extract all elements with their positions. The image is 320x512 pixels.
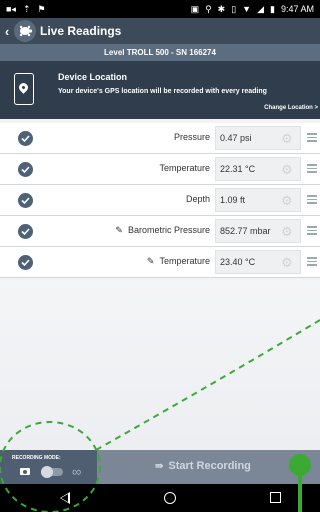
record-tag-icon: ⇛ xyxy=(155,460,164,472)
vibrate-icon: ▯ xyxy=(231,3,237,14)
nav-recents-icon[interactable] xyxy=(270,492,281,503)
parameter-value-box: 23.40 °C ⚙ xyxy=(215,250,301,274)
gear-icon[interactable]: ⚙ xyxy=(281,224,293,240)
recording-mode-panel: RECORDING MODE: ∞ xyxy=(0,450,97,484)
drag-handle-icon[interactable] xyxy=(307,164,317,175)
parameter-name-text: Temperature xyxy=(159,256,210,266)
parameter-value-box: 852.77 mbar ⚙ xyxy=(215,219,301,243)
check-icon[interactable] xyxy=(18,131,33,146)
drag-handle-icon[interactable] xyxy=(307,195,317,206)
recording-mode-toggle[interactable] xyxy=(41,466,63,478)
check-icon[interactable] xyxy=(18,224,33,239)
change-location-link[interactable]: Change Location > xyxy=(264,105,318,111)
parameter-name-text: Pressure xyxy=(173,132,210,142)
turtle-logo-icon xyxy=(19,25,33,37)
phone-location-icon xyxy=(14,73,34,105)
location-title: Device Location xyxy=(58,72,128,82)
no-signal-icon: ◢ xyxy=(257,3,265,14)
back-chevron-icon[interactable]: ‹ xyxy=(2,24,12,39)
upload-icon: ⇡ xyxy=(22,3,31,14)
status-bar: ■◂ ⇡ ⚑ ▣ ⚲ ✱ ▯ ▼ ◢ ▮ 9:47 AM xyxy=(0,0,320,18)
nav-home-icon[interactable] xyxy=(164,492,176,504)
check-icon[interactable] xyxy=(18,255,33,270)
device-location-card: Device Location Your device's GPS locati… xyxy=(0,61,320,119)
drag-handle-icon[interactable] xyxy=(307,226,317,237)
parameter-name-text: Temperature xyxy=(159,163,210,173)
parameter-name-text: Depth xyxy=(185,194,210,204)
parameter-value: 23.40 °C xyxy=(220,257,256,267)
pencil-icon[interactable]: ✎ xyxy=(115,225,123,236)
recording-bar: RECORDING MODE: ∞ ⇛ Start Recording xyxy=(0,450,320,484)
parameter-row: ✎ Temperature 23.40 °C ⚙ xyxy=(0,247,320,278)
wifi-icon: ▼ xyxy=(242,3,252,14)
start-recording-button[interactable]: ⇛ Start Recording xyxy=(155,460,251,472)
parameter-value: 852.77 mbar xyxy=(220,226,271,236)
check-icon[interactable] xyxy=(18,162,33,177)
parameter-value: 0.47 psi xyxy=(220,133,252,143)
parameter-row: Depth 1.09 ft ⚙ xyxy=(0,185,320,216)
location-description: Your device's GPS location will be recor… xyxy=(58,88,267,95)
parameter-row: Temperature 22.31 °C ⚙ xyxy=(0,154,320,185)
signal-flag-icon: ⚑ xyxy=(37,3,46,14)
start-recording-label: Start Recording xyxy=(168,460,251,472)
parameter-list: Pressure 0.47 psi ⚙ Temperature 22.31 °C ⚙ Dep… xyxy=(0,123,320,278)
parameter-name-text: Barometric Pressure xyxy=(127,225,210,235)
app-bar: ‹ Live Readings xyxy=(0,18,320,44)
bluetooth-icon: ✱ xyxy=(217,3,226,14)
app-logo[interactable] xyxy=(14,20,36,42)
parameter-name: ✎ Temperature xyxy=(147,256,210,267)
blurred-content xyxy=(0,280,320,450)
status-time: 9:47 AM xyxy=(280,4,314,14)
recording-mode-label: RECORDING MODE: xyxy=(12,455,61,461)
parameter-row: Pressure 0.47 psi ⚙ xyxy=(0,123,320,154)
gear-icon[interactable]: ⚙ xyxy=(281,162,293,178)
battery-icon: ▮ xyxy=(270,3,275,14)
parameter-value-box: 22.31 °C ⚙ xyxy=(215,157,301,181)
nav-back-icon[interactable] xyxy=(60,492,70,504)
parameter-value: 1.09 ft xyxy=(220,195,246,205)
device-label: Level TROLL 500 - SN 166274 xyxy=(0,44,320,61)
parameter-name: ✎ Barometric Pressure xyxy=(115,225,210,236)
video-icon: ■◂ xyxy=(6,3,16,14)
parameter-name: Pressure xyxy=(174,132,210,142)
check-icon[interactable] xyxy=(18,193,33,208)
parameter-value-box: 1.09 ft ⚙ xyxy=(215,188,301,212)
camera-icon xyxy=(20,468,30,475)
drag-handle-icon[interactable] xyxy=(307,257,317,268)
parameter-name: Depth xyxy=(186,194,210,204)
infinity-icon: ∞ xyxy=(72,464,82,479)
cast-icon: ▣ xyxy=(190,3,200,14)
pencil-icon[interactable]: ✎ xyxy=(147,256,155,267)
parameter-value-box: 0.47 psi ⚙ xyxy=(215,126,301,150)
page-title: Live Readings xyxy=(40,24,122,38)
parameter-name: Temperature xyxy=(159,163,210,173)
parameter-value: 22.31 °C xyxy=(220,164,256,174)
gear-icon[interactable]: ⚙ xyxy=(281,131,293,147)
gear-icon[interactable]: ⚙ xyxy=(281,255,293,271)
parameter-row: ✎ Barometric Pressure 852.77 mbar ⚙ xyxy=(0,216,320,247)
location-pin-icon: ⚲ xyxy=(205,3,212,14)
system-nav-bar xyxy=(0,484,320,512)
gear-icon[interactable]: ⚙ xyxy=(281,193,293,209)
drag-handle-icon[interactable] xyxy=(307,133,317,144)
